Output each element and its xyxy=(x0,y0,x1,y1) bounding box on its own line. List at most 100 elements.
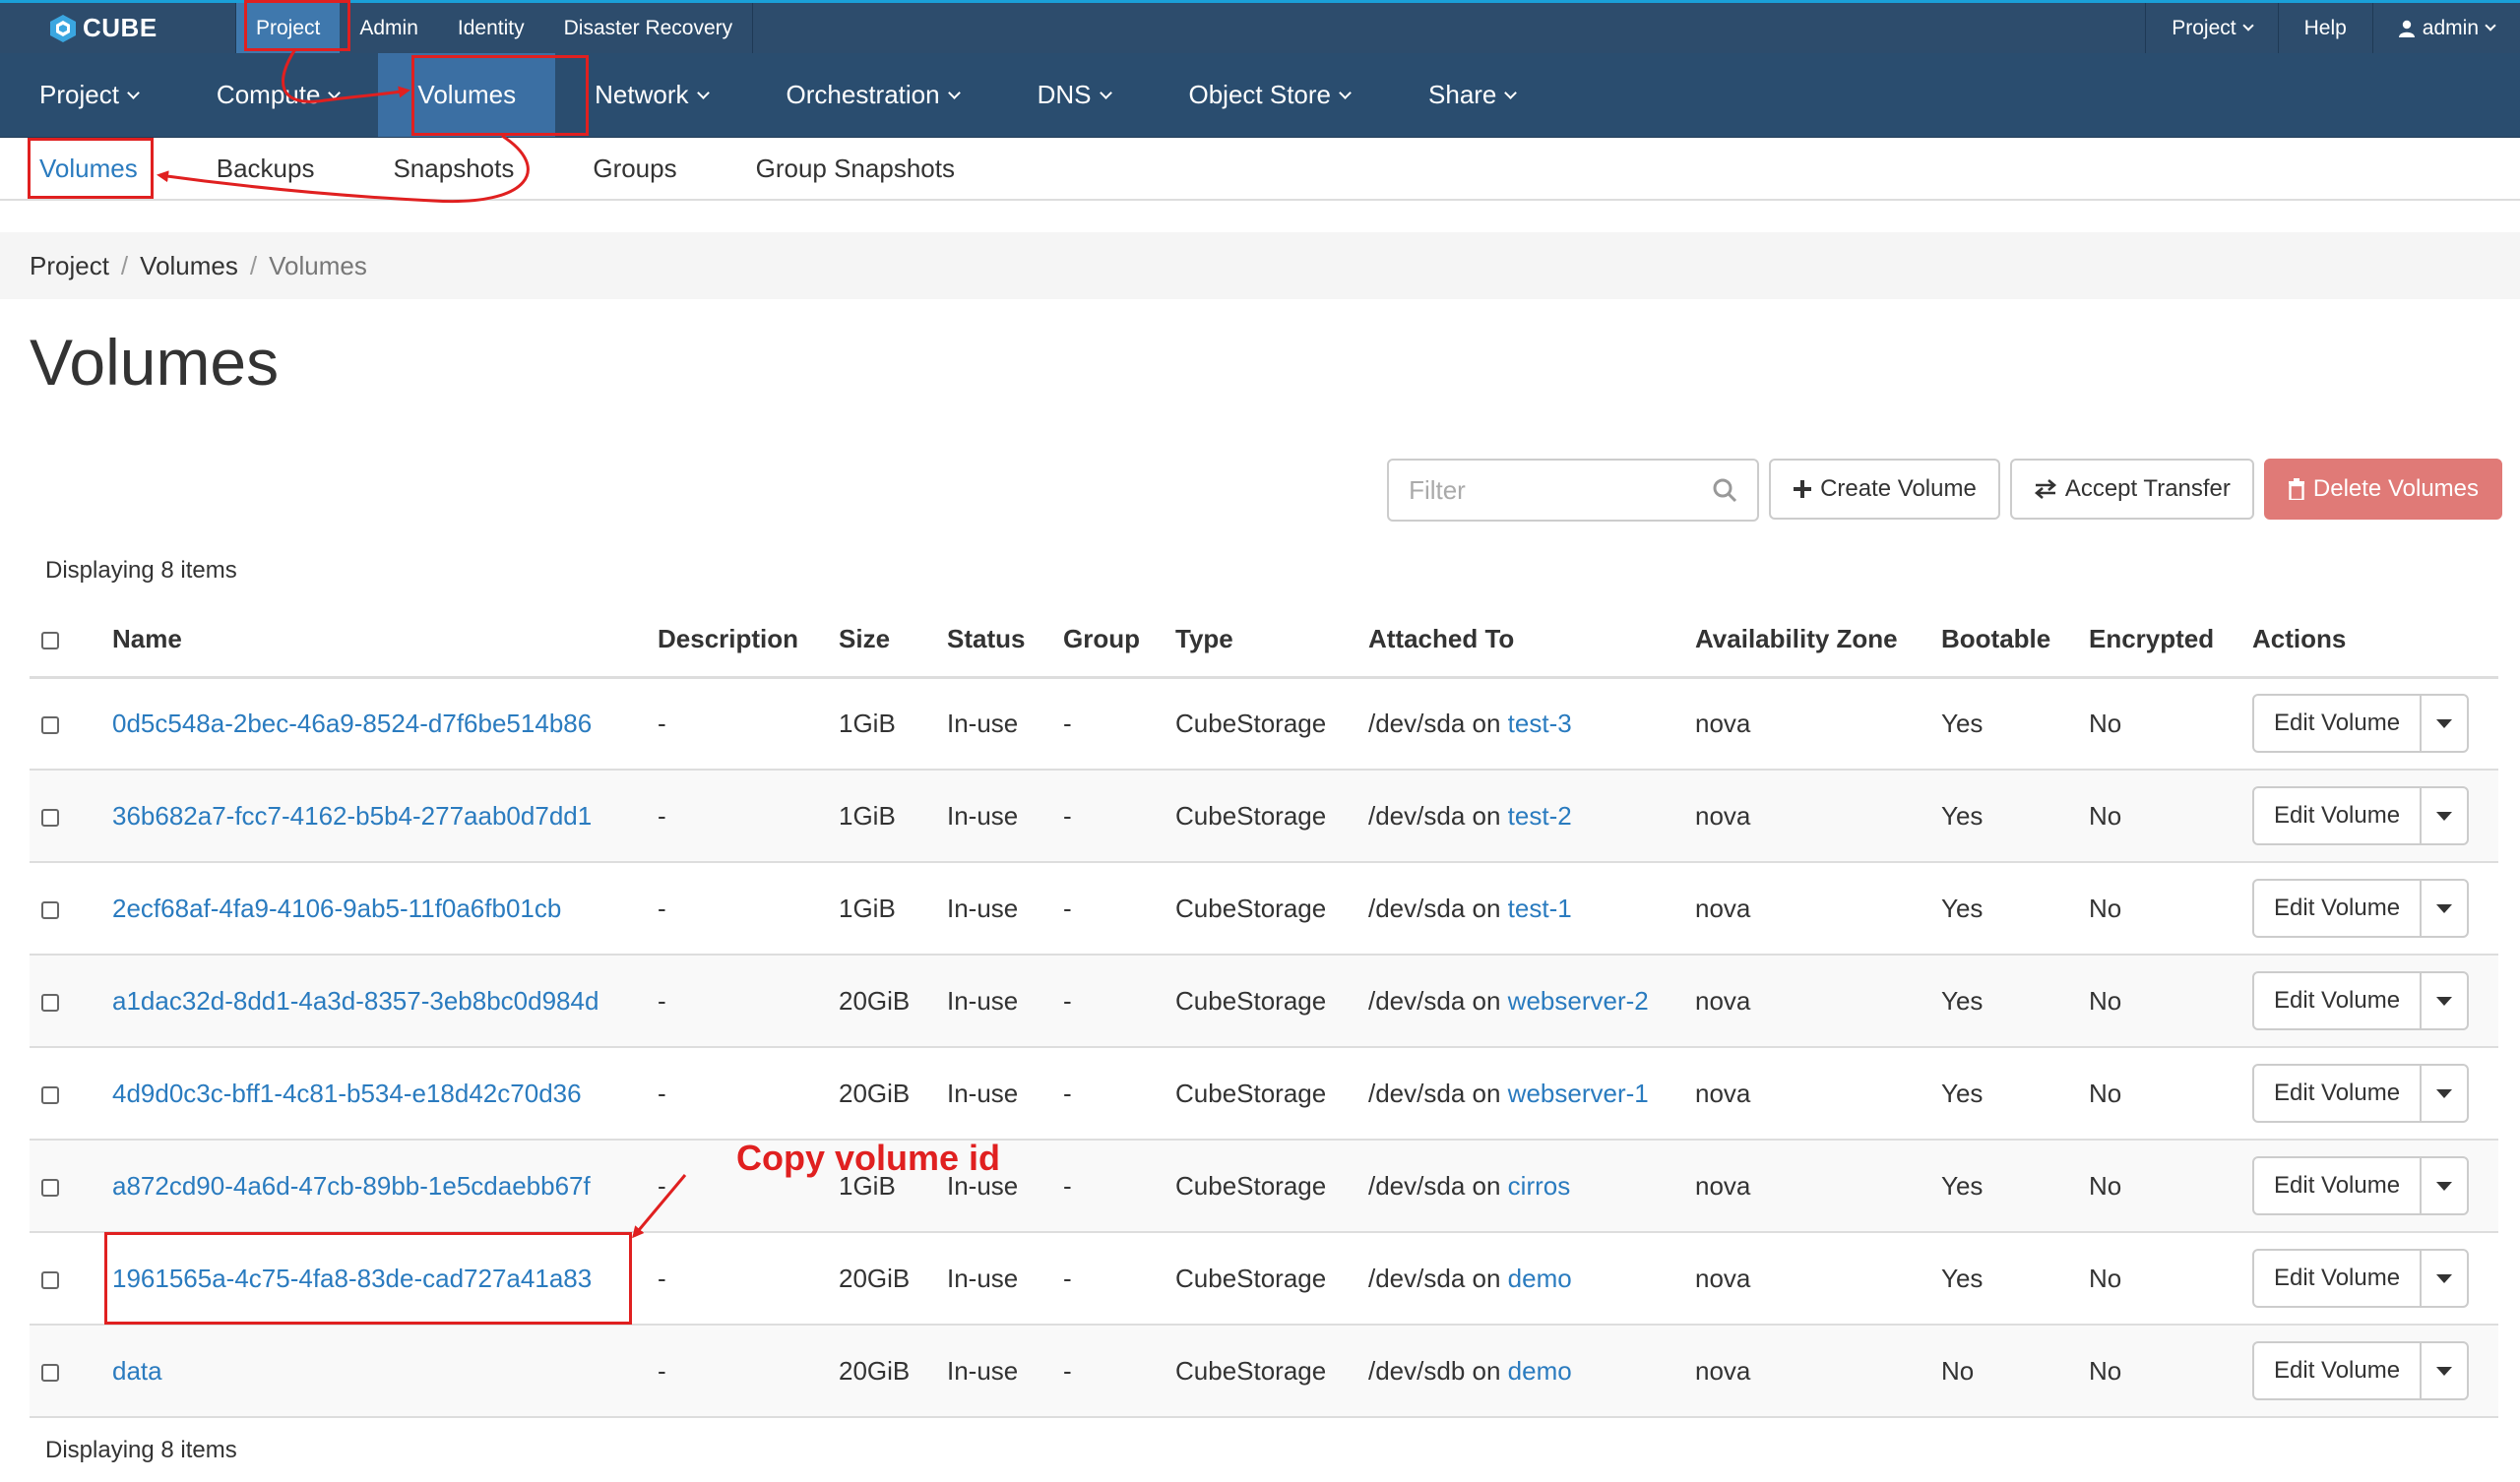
attached-instance-link[interactable]: webserver-2 xyxy=(1508,986,1649,1016)
attached-instance-link[interactable]: test-2 xyxy=(1508,801,1572,831)
project-dropdown[interactable]: Project xyxy=(2145,3,2277,53)
search-icon[interactable] xyxy=(1712,477,1737,503)
row-select-cell xyxy=(30,677,100,771)
cell-bootable: Yes xyxy=(1929,1232,2077,1326)
header-description[interactable]: Description xyxy=(646,602,827,679)
tab-snapshots[interactable]: Snapshots xyxy=(353,154,553,184)
volume-name-link[interactable]: a872cd90-4a6d-47cb-89bb-1e5cdaebb67f xyxy=(112,1171,591,1201)
row-checkbox[interactable] xyxy=(41,1270,59,1289)
tab-volumes[interactable]: Volumes xyxy=(0,154,177,184)
row-checkbox[interactable] xyxy=(41,715,59,734)
actions-dropdown-toggle[interactable] xyxy=(2422,1066,2467,1121)
volume-name-link[interactable]: 2ecf68af-4fa9-4106-9ab5-11f0a6fb01cb xyxy=(112,894,561,923)
row-checkbox[interactable] xyxy=(41,1178,59,1197)
attached-instance-link[interactable]: demo xyxy=(1508,1264,1572,1293)
row-checkbox[interactable] xyxy=(41,1363,59,1382)
filter-input[interactable]: Filter xyxy=(1387,459,1760,522)
accept-transfer-button[interactable]: Accept Transfer xyxy=(2009,459,2254,520)
create-volume-button[interactable]: Create Volume xyxy=(1769,459,2000,520)
caret-down-icon xyxy=(2436,1366,2453,1376)
edit-volume-button[interactable]: Edit Volume xyxy=(2254,1343,2423,1398)
mainnav-compute[interactable]: Compute xyxy=(177,53,379,137)
cell-size: 20GiB xyxy=(827,955,935,1048)
cell-bootable: Yes xyxy=(1929,1047,2077,1141)
caret-down-icon xyxy=(2436,718,2453,728)
brand-logo[interactable]: CUBE xyxy=(0,3,236,53)
header-bootable[interactable]: Bootable xyxy=(1929,602,2077,679)
attached-instance-link[interactable]: cirros xyxy=(1508,1171,1571,1201)
mainnav-object-store[interactable]: Object Store xyxy=(1150,53,1390,137)
attached-instance-link[interactable]: webserver-1 xyxy=(1508,1079,1649,1108)
attached-instance-link[interactable]: test-3 xyxy=(1508,709,1572,738)
volume-name-link[interactable]: 1961565a-4c75-4fa8-83de-cad727a41a83 xyxy=(112,1264,592,1293)
edit-volume-button[interactable]: Edit Volume xyxy=(2254,788,2423,843)
mainnav-project[interactable]: Project xyxy=(0,53,177,137)
table-row: 0d5c548a-2bec-46a9-8524-d7f6be514b86-1Gi… xyxy=(30,677,2498,771)
header-availability-zone[interactable]: Availability Zone xyxy=(1683,602,1929,679)
tab-groups[interactable]: Groups xyxy=(553,154,716,184)
attached-instance-link[interactable]: demo xyxy=(1508,1356,1572,1386)
row-checkbox[interactable] xyxy=(41,900,59,919)
cell-attached-to: /dev/sda on test-3 xyxy=(1356,677,1683,771)
edit-volume-button[interactable]: Edit Volume xyxy=(2254,973,2423,1028)
volume-name-link[interactable]: 0d5c548a-2bec-46a9-8524-d7f6be514b86 xyxy=(112,709,592,738)
edit-volume-button[interactable]: Edit Volume xyxy=(2254,696,2423,752)
actions-dropdown-toggle[interactable] xyxy=(2422,881,2467,936)
mainnav-volumes-label: Volumes xyxy=(417,80,517,109)
cell-bootable: Yes xyxy=(1929,955,2077,1048)
caret-down-icon xyxy=(2436,1273,2453,1283)
page-title: Volumes xyxy=(30,326,280,399)
volume-name-link[interactable]: 4d9d0c3c-bff1-4c81-b534-e18d42c70d36 xyxy=(112,1079,582,1108)
actions-dropdown-toggle[interactable] xyxy=(2422,1158,2467,1213)
breadcrumb-project[interactable]: Project xyxy=(30,251,109,281)
header-encrypted[interactable]: Encrypted xyxy=(2077,602,2240,679)
chevron-down-icon xyxy=(2241,20,2254,31)
header-attached-to[interactable]: Attached To xyxy=(1356,602,1683,679)
breadcrumb-volumes[interactable]: Volumes xyxy=(140,251,238,281)
header-status[interactable]: Status xyxy=(935,602,1051,679)
edit-volume-button[interactable]: Edit Volume xyxy=(2254,1158,2423,1213)
actions-dropdown-toggle[interactable] xyxy=(2422,973,2467,1028)
header-name[interactable]: Name xyxy=(100,602,646,679)
volume-name-link[interactable]: data xyxy=(112,1356,162,1386)
cell-encrypted: No xyxy=(2077,1232,2240,1326)
topnav-disaster-recovery[interactable]: Disaster Recovery xyxy=(544,3,753,53)
breadcrumb-separator: / xyxy=(249,250,258,280)
volume-name-link[interactable]: a1dac32d-8dd1-4a3d-8357-3eb8bc0d984d xyxy=(112,986,598,1016)
mainnav-volumes[interactable]: Volumes xyxy=(378,53,556,137)
mainnav-dns[interactable]: DNS xyxy=(998,53,1150,137)
actions-dropdown-toggle[interactable] xyxy=(2422,788,2467,843)
actions-dropdown-toggle[interactable] xyxy=(2422,1251,2467,1306)
cell-attached-to: /dev/sda on webserver-2 xyxy=(1356,955,1683,1048)
delete-volumes-button[interactable]: Delete Volumes xyxy=(2263,459,2502,520)
user-dropdown[interactable]: admin xyxy=(2371,3,2520,53)
header-group[interactable]: Group xyxy=(1051,602,1164,679)
actions-dropdown-toggle[interactable] xyxy=(2422,696,2467,751)
row-checkbox[interactable] xyxy=(41,993,59,1012)
row-checkbox[interactable] xyxy=(41,808,59,827)
header-size[interactable]: Size xyxy=(827,602,935,679)
topnav-identity[interactable]: Identity xyxy=(438,3,544,53)
volume-name-link[interactable]: 36b682a7-fcc7-4162-b5b4-277aab0d7dd1 xyxy=(112,801,592,831)
header-type[interactable]: Type xyxy=(1164,602,1356,679)
help-link[interactable]: Help xyxy=(2277,3,2372,53)
select-all-checkbox[interactable] xyxy=(41,631,59,649)
tab-group-snapshots[interactable]: Group Snapshots xyxy=(717,154,994,184)
row-checkbox[interactable] xyxy=(41,1085,59,1104)
edit-volume-button[interactable]: Edit Volume xyxy=(2254,1066,2423,1121)
actions-dropdown-toggle[interactable] xyxy=(2422,1343,2467,1398)
mainnav-orchestration[interactable]: Orchestration xyxy=(747,53,998,137)
attached-instance-link[interactable]: test-1 xyxy=(1508,894,1572,923)
edit-volume-button[interactable]: Edit Volume xyxy=(2254,881,2423,936)
cell-type: CubeStorage xyxy=(1164,862,1356,956)
cell-name: data xyxy=(100,1325,646,1418)
mainnav-share[interactable]: Share xyxy=(1389,53,1554,137)
topnav-project[interactable]: Project xyxy=(236,3,341,53)
mainnav-share-label: Share xyxy=(1428,80,1497,109)
cell-availability-zone: nova xyxy=(1683,1325,1929,1418)
mainnav-network[interactable]: Network xyxy=(555,53,746,137)
tab-backups[interactable]: Backups xyxy=(177,154,354,184)
mainnav-object-store-label: Object Store xyxy=(1188,80,1332,109)
topnav-admin[interactable]: Admin xyxy=(340,3,438,53)
edit-volume-button[interactable]: Edit Volume xyxy=(2254,1251,2423,1306)
